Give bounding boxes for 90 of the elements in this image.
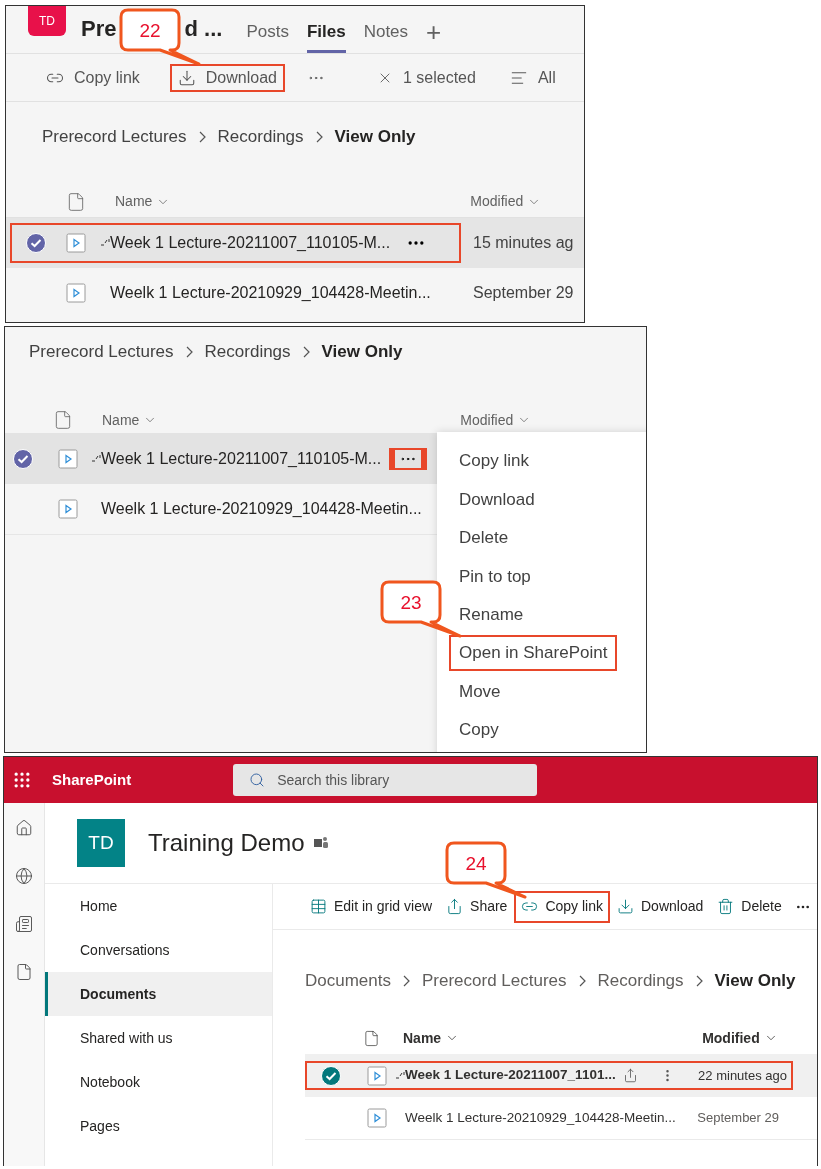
- news-icon[interactable]: [15, 915, 33, 933]
- nav-item[interactable]: Home: [45, 884, 272, 928]
- menu-item[interactable]: Move: [449, 673, 511, 710]
- site-avatar: TD: [77, 819, 125, 867]
- team-title: Pre: [81, 15, 117, 43]
- breadcrumb-item[interactable]: Documents: [305, 968, 391, 994]
- chevron-right-icon: [302, 345, 310, 358]
- download-icon: [177, 68, 196, 87]
- breadcrumb-item[interactable]: View Only: [321, 339, 403, 365]
- nav-item[interactable]: Shared with us: [45, 1016, 272, 1060]
- download-icon: [617, 898, 634, 915]
- nav-item[interactable]: Notebook: [45, 1060, 272, 1104]
- breadcrumb-item[interactable]: Recordings: [217, 124, 304, 150]
- share-icon[interactable]: [622, 1068, 638, 1083]
- view-label[interactable]: All: [537, 65, 556, 90]
- column-header[interactable]: Name: [102, 409, 140, 431]
- globe-icon[interactable]: [15, 867, 33, 885]
- menu-item[interactable]: Download: [449, 481, 545, 518]
- step-callout: 24: [444, 840, 528, 900]
- menu-item[interactable]: Copy: [449, 712, 509, 748]
- search-field[interactable]: Search this library: [233, 764, 538, 796]
- file-name[interactable]: Week 1 Lecture-20211007_110105-M...: [101, 446, 382, 471]
- column-header[interactable]: Modified: [460, 409, 514, 431]
- video-file-icon: [367, 1108, 387, 1128]
- channel-tab[interactable]: Files: [306, 6, 346, 53]
- selected-check-icon[interactable]: [321, 1065, 341, 1086]
- video-file-icon: [58, 448, 78, 469]
- modified-date: September 29: [473, 283, 574, 303]
- selection-count: 1 selected: [402, 67, 476, 88]
- chevron-right-icon: [403, 974, 410, 987]
- column-header[interactable]: Name: [115, 191, 153, 212]
- toolbar-button[interactable]: Copy link: [38, 63, 148, 92]
- file-icon[interactable]: [15, 963, 33, 981]
- breadcrumb-item[interactable]: View Only: [334, 124, 416, 150]
- channel-tab[interactable]: Posts: [246, 6, 289, 53]
- column-header[interactable]: Modified: [470, 191, 524, 212]
- column-header[interactable]: Name: [403, 1027, 442, 1049]
- file-name[interactable]: Weelk 1 Lecture-20210929_104428-Meetin...: [101, 497, 422, 521]
- video-file-icon: [66, 283, 86, 303]
- breadcrumb-item[interactable]: View Only: [714, 968, 796, 994]
- nav-item[interactable]: Conversations: [45, 928, 272, 972]
- breadcrumb-item[interactable]: Prerecord Lectures: [42, 124, 187, 150]
- app-launcher-icon[interactable]: [12, 770, 32, 790]
- selected-check-icon[interactable]: [26, 233, 46, 253]
- file-name[interactable]: Week 1 Lecture-20211007_1101...: [405, 1065, 616, 1086]
- file-name[interactable]: Weelk 1 Lecture-20210929_104428-Meetin...: [110, 281, 431, 305]
- trash-icon: [717, 898, 735, 915]
- chevron-right-icon: [578, 974, 586, 987]
- breadcrumb-item[interactable]: Recordings: [597, 968, 684, 994]
- file-type-icon: [66, 191, 86, 212]
- breadcrumb-item[interactable]: Prerecord Lectures: [29, 339, 174, 365]
- file-type-icon: [363, 1029, 380, 1047]
- channel-tab[interactable]: Notes: [363, 6, 409, 53]
- menu-item[interactable]: Open in SharePoint: [449, 635, 618, 671]
- team-title: d ...: [184, 15, 223, 43]
- menu-item[interactable]: Delete: [449, 520, 519, 556]
- add-tab-button[interactable]: +: [426, 6, 442, 53]
- chevron-right-icon: [695, 974, 703, 987]
- modified-date: September 29: [697, 1109, 779, 1128]
- search-icon: [249, 772, 266, 788]
- nav-item[interactable]: Documents: [45, 972, 272, 1016]
- share-icon: [446, 898, 464, 915]
- teams-icon: [312, 836, 329, 850]
- chevron-right-icon: [315, 130, 323, 143]
- breadcrumb-item[interactable]: Recordings: [204, 339, 291, 365]
- column-header[interactable]: Modified: [702, 1027, 760, 1049]
- modified-date: 15 minutes ag: [473, 233, 574, 253]
- selected-check-icon[interactable]: [13, 448, 33, 469]
- command-button[interactable]: Delete: [710, 890, 789, 923]
- site-title: Training Demo: [148, 828, 305, 858]
- modified-date: 22 minutes ago: [698, 1066, 787, 1085]
- menu-item[interactable]: Copy link: [449, 443, 539, 479]
- chevron-right-icon: [185, 345, 193, 358]
- app-name[interactable]: SharePoint: [52, 768, 132, 792]
- command-button[interactable]: Download: [610, 890, 711, 923]
- video-file-icon: [66, 233, 86, 253]
- home-icon[interactable]: [15, 819, 33, 837]
- file-name[interactable]: Week 1 Lecture-20211007_110105-M...: [110, 231, 391, 255]
- command-button[interactable]: Edit in grid view: [303, 890, 440, 923]
- file-type-icon: [53, 410, 73, 430]
- file-name[interactable]: Weelk 1 Lecture-20210929_104428-Meetin...: [405, 1107, 676, 1129]
- command-button[interactable]: Copy link: [514, 890, 610, 923]
- toolbar-button[interactable]: Download: [169, 63, 285, 92]
- video-file-icon: [367, 1065, 387, 1086]
- nav-item[interactable]: Pages: [45, 1104, 272, 1148]
- chevron-right-icon: [198, 130, 206, 143]
- team-avatar: TD: [28, 6, 66, 36]
- breadcrumb-item[interactable]: Prerecord Lectures: [422, 968, 567, 994]
- video-file-icon: [58, 499, 78, 519]
- grid-icon: [310, 898, 327, 915]
